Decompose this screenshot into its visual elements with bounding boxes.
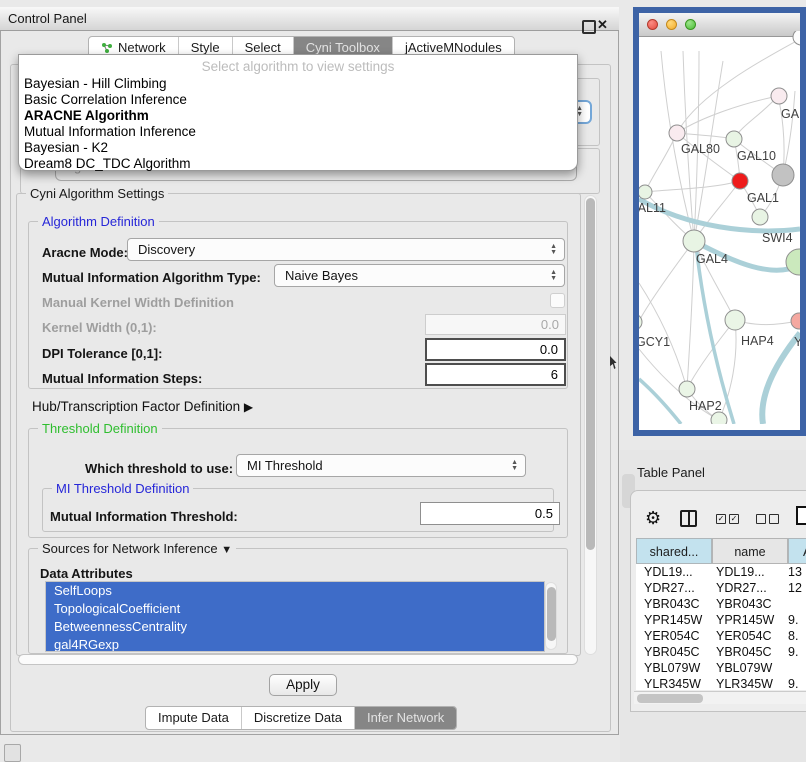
- node-label: HAP4: [741, 334, 774, 348]
- close-traffic-icon[interactable]: [647, 19, 658, 30]
- tab-discretize-data[interactable]: Discretize Data: [241, 707, 354, 729]
- mi-threshold-label: Mutual Information Threshold:: [50, 509, 238, 524]
- table-row[interactable]: YER054CYER054C8.: [636, 628, 806, 644]
- aracne-mode-combo[interactable]: Discovery ▲▼: [127, 238, 565, 261]
- table-hscrollbar-thumb[interactable]: [637, 694, 703, 703]
- kernel-width-label: Kernel Width (0,1):: [42, 320, 157, 335]
- node-label: HAP2: [689, 399, 722, 413]
- hub-definition-toggle[interactable]: Hub/Transcription Factor Definition ▶: [32, 399, 253, 414]
- node-label: Y: [794, 335, 800, 349]
- settings-scrollbar-thumb[interactable]: [586, 198, 595, 550]
- list-item[interactable]: TopologicalCoefficient: [46, 600, 544, 618]
- horizontal-scrollbar[interactable]: [18, 654, 578, 665]
- table-row[interactable]: YPR145WYPR145W9.: [636, 612, 806, 628]
- algorithm-definition-title: Algorithm Definition: [38, 214, 159, 229]
- mi-threshold-input[interactable]: [420, 502, 560, 525]
- close-icon[interactable]: ✕: [597, 17, 608, 33]
- table-row[interactable]: YLR345WYLR345W9.: [636, 676, 806, 690]
- node-label: GAL4: [696, 252, 728, 266]
- column-header-partial[interactable]: A: [788, 538, 806, 564]
- column-header-shared[interactable]: shared...: [636, 538, 712, 564]
- sources-title: Sources for Network Inference ▼: [38, 541, 236, 556]
- kernel-width-input[interactable]: [425, 314, 566, 335]
- tab-infer-network[interactable]: Infer Network: [354, 707, 456, 729]
- dropdown-item[interactable]: Dream8 DC_TDC Algorithm: [19, 156, 577, 172]
- dpi-tolerance-label: DPI Tolerance [0,1]:: [42, 346, 162, 361]
- network-labels-layer: GAL GAL80 GAL10 GAL1 GAL11 SWI4 GAL4 GCY…: [639, 31, 800, 424]
- stepper-icon: ▲▼: [550, 244, 557, 256]
- list-scrollbar[interactable]: [545, 582, 557, 650]
- dropdown-item[interactable]: Basic Correlation Inference: [19, 92, 577, 108]
- minimize-traffic-icon[interactable]: [666, 19, 677, 30]
- table-body: YDL19...YDL19...13 YDR27...YDR27...12 YB…: [636, 564, 806, 690]
- dropdown-item[interactable]: Mutual Information Inference: [19, 124, 577, 140]
- dropdown-item-highlighted[interactable]: ARACNE Algorithm: [19, 108, 577, 124]
- gear-icon[interactable]: ⚙: [645, 508, 661, 529]
- node-label: GAL10: [737, 149, 776, 163]
- table-row[interactable]: YBL079WYBL079W: [636, 660, 806, 676]
- node-label: GCY1: [639, 335, 670, 349]
- stepper-icon: ▲▼: [550, 270, 557, 282]
- checked-checkbox-icon[interactable]: ✓: [729, 514, 739, 524]
- which-threshold-combo[interactable]: MI Threshold ▲▼: [236, 454, 526, 477]
- control-panel-title: Control Panel: [8, 11, 87, 26]
- corner-mini-button[interactable]: [4, 744, 21, 762]
- unchecked-checkbox-icon[interactable]: [756, 514, 766, 524]
- checked-checkbox-icon[interactable]: ✓: [716, 514, 726, 524]
- list-item[interactable]: SelfLoops: [46, 582, 544, 600]
- dropdown-placeholder: Select algorithm to view settings: [19, 57, 577, 76]
- mi-steps-label: Mutual Information Steps:: [42, 371, 202, 386]
- dropdown-item[interactable]: Bayesian - K2: [19, 140, 577, 156]
- control-panel-titlebar[interactable]: Control Panel ✕: [0, 7, 619, 31]
- screen: Control Panel ✕ Network Style Select Cyn…: [0, 0, 806, 762]
- split-columns-icon[interactable]: [680, 510, 697, 527]
- mi-threshold-definition-title: MI Threshold Definition: [52, 481, 193, 496]
- manual-kernel-label: Manual Kernel Width Definition: [42, 295, 234, 310]
- node-label: GAL1: [747, 191, 779, 205]
- aracne-mode-label: Aracne Mode:: [42, 245, 128, 260]
- mi-steps-input[interactable]: [425, 363, 566, 386]
- expand-right-icon[interactable]: ▶: [244, 400, 253, 414]
- table-row[interactable]: YBR045CYBR045C9.: [636, 644, 806, 660]
- manual-kernel-checkbox[interactable]: [550, 293, 565, 308]
- zoom-traffic-icon[interactable]: [685, 19, 696, 30]
- data-attributes-list: SelfLoops TopologicalCoefficient Between…: [45, 581, 545, 652]
- collapse-down-icon[interactable]: ▼: [221, 544, 232, 556]
- algorithm-dropdown-popup: Select algorithm to view settings Bayesi…: [18, 54, 578, 171]
- mi-type-combo[interactable]: Naive Bayes ▲▼: [274, 264, 565, 287]
- column-header-name[interactable]: name: [712, 538, 788, 564]
- which-threshold-label: Which threshold to use:: [85, 461, 233, 476]
- table-row[interactable]: YDL19...YDL19...13: [636, 564, 806, 580]
- network-icon: [101, 42, 113, 54]
- cyni-algorithm-settings-title: Cyni Algorithm Settings: [26, 186, 168, 201]
- list-item[interactable]: gal4RGexp: [46, 636, 544, 652]
- apply-button[interactable]: Apply: [269, 674, 337, 696]
- table-row[interactable]: YBR043CYBR043C: [636, 596, 806, 612]
- data-attributes-label: Data Attributes: [40, 566, 133, 581]
- unchecked-checkbox-icon[interactable]: [769, 514, 779, 524]
- list-item[interactable]: BetweennessCentrality: [46, 618, 544, 636]
- float-window-icon[interactable]: [582, 20, 596, 34]
- document-icon[interactable]: [796, 506, 806, 525]
- threshold-definition-title: Threshold Definition: [38, 421, 162, 436]
- settings-scrollbar[interactable]: [584, 195, 597, 655]
- stepper-icon: ▲▼: [511, 460, 518, 472]
- node-label: SWI4: [762, 231, 793, 245]
- table-row[interactable]: YDR27...YDR27...12: [636, 580, 806, 596]
- dropdown-item[interactable]: Bayesian - Hill Climbing: [19, 76, 577, 92]
- table-panel-title: Table Panel: [637, 465, 705, 480]
- table-hscrollbar[interactable]: [634, 691, 806, 704]
- node-label: GAL: [781, 107, 800, 121]
- dpi-tolerance-input[interactable]: [425, 338, 566, 361]
- node-label: GAL11: [639, 201, 666, 215]
- tab-impute-data[interactable]: Impute Data: [146, 707, 241, 729]
- bottom-tabbar: Impute Data Discretize Data Infer Networ…: [145, 706, 457, 730]
- list-scrollbar-thumb[interactable]: [547, 587, 556, 641]
- node-label: GAL80: [681, 142, 720, 156]
- mi-type-label: Mutual Information Algorithm Type:: [42, 270, 261, 285]
